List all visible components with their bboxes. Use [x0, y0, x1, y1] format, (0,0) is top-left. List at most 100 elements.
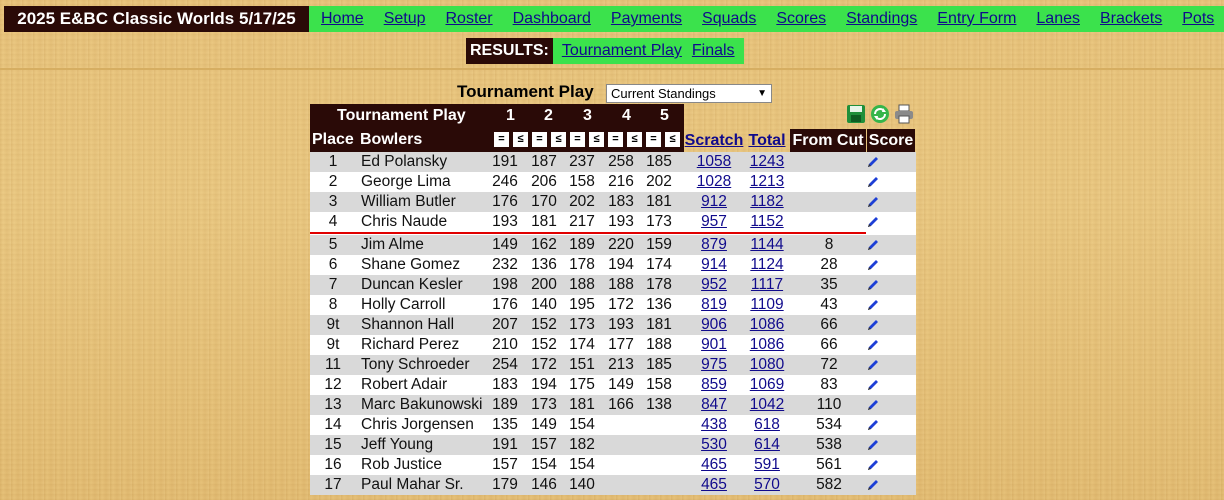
- table-row: 4 Chris Naude 193 181 217 193 173 957 1152: [310, 212, 916, 232]
- refresh-icon[interactable]: [870, 104, 890, 124]
- nav-dashboard[interactable]: Dashboard: [513, 10, 591, 28]
- scratch-link[interactable]: 906: [694, 316, 734, 334]
- total-link[interactable]: 570: [747, 476, 787, 494]
- game-5-score: 136: [646, 296, 672, 313]
- total-link[interactable]: 1144: [747, 236, 787, 254]
- sort-eq-button[interactable]: =: [646, 132, 661, 147]
- nav-roster[interactable]: Roster: [446, 10, 493, 28]
- place-header: Place: [312, 131, 354, 148]
- game-1-score: 193: [492, 213, 518, 230]
- table-row: 17 Paul Mahar Sr. 179 146 140 465 570 582: [310, 475, 916, 495]
- nav-payments[interactable]: Payments: [611, 10, 682, 28]
- from-cut-value: 72: [820, 356, 838, 373]
- total-link[interactable]: 1182: [747, 193, 787, 211]
- nav-standings[interactable]: Standings: [846, 10, 917, 28]
- results-tournament-play-link[interactable]: Tournament Play: [562, 42, 682, 60]
- sort-eq-button[interactable]: =: [608, 132, 623, 147]
- nav-setup[interactable]: Setup: [384, 10, 426, 28]
- edit-score-icon[interactable]: [866, 418, 880, 432]
- nav-home[interactable]: Home: [321, 10, 364, 28]
- bowler-name: Shannon Hall: [361, 316, 455, 333]
- total-link[interactable]: 1243: [747, 153, 787, 171]
- scratch-link[interactable]: 465: [694, 456, 734, 474]
- results-finals-link[interactable]: Finals: [692, 42, 735, 60]
- edit-score-icon[interactable]: [866, 378, 880, 392]
- scratch-link[interactable]: 914: [694, 256, 734, 274]
- edit-score-icon[interactable]: [866, 258, 880, 272]
- scratch-link[interactable]: 912: [694, 193, 734, 211]
- print-icon[interactable]: [894, 104, 914, 124]
- scratch-link[interactable]: 847: [694, 396, 734, 414]
- total-link[interactable]: 1080: [747, 356, 787, 374]
- game-3-score: 175: [569, 376, 595, 393]
- nav-pots[interactable]: Pots: [1182, 10, 1214, 28]
- sort-le-button[interactable]: ≤: [551, 132, 566, 147]
- scratch-link[interactable]: 1058: [694, 153, 734, 171]
- sort-eq-button[interactable]: =: [532, 132, 547, 147]
- total-link[interactable]: 614: [747, 436, 787, 454]
- nav-scores[interactable]: Scores: [776, 10, 826, 28]
- total-sort-link[interactable]: Total: [747, 129, 787, 152]
- edit-score-icon[interactable]: [866, 278, 880, 292]
- total-link[interactable]: 1213: [747, 173, 787, 191]
- scratch-link[interactable]: 952: [694, 276, 734, 294]
- scratch-sort-link[interactable]: Scratch: [684, 129, 744, 152]
- total-link[interactable]: 1042: [747, 396, 787, 414]
- total-link[interactable]: 591: [747, 456, 787, 474]
- scratch-link[interactable]: 1028: [694, 173, 734, 191]
- total-link[interactable]: 1124: [747, 256, 787, 274]
- game-4-score: 216: [608, 173, 634, 190]
- bowler-name: Duncan Kesler: [361, 276, 463, 293]
- sort-le-button[interactable]: ≤: [589, 132, 604, 147]
- game-4-score: 149: [608, 376, 634, 393]
- standings-view-select[interactable]: Current Standings ▼: [606, 84, 772, 103]
- edit-score-icon[interactable]: [866, 338, 880, 352]
- sort-le-button[interactable]: ≤: [513, 132, 528, 147]
- sort-le-button[interactable]: ≤: [665, 132, 680, 147]
- edit-score-icon[interactable]: [866, 458, 880, 472]
- scratch-link[interactable]: 957: [694, 213, 734, 231]
- total-link[interactable]: 1086: [747, 316, 787, 334]
- edit-score-icon[interactable]: [866, 358, 880, 372]
- nav-lanes[interactable]: Lanes: [1036, 10, 1080, 28]
- scratch-link[interactable]: 859: [694, 376, 734, 394]
- nav-brackets[interactable]: Brackets: [1100, 10, 1162, 28]
- game-3-score: 182: [569, 436, 595, 453]
- nav-entry-form[interactable]: Entry Form: [937, 10, 1016, 28]
- nav-squads[interactable]: Squads: [702, 10, 756, 28]
- sort-eq-button[interactable]: =: [494, 132, 509, 147]
- game-2-score: 146: [531, 476, 557, 493]
- scratch-link[interactable]: 819: [694, 296, 734, 314]
- sort-le-button[interactable]: ≤: [627, 132, 642, 147]
- edit-score-icon[interactable]: [866, 398, 880, 412]
- total-link[interactable]: 1109: [747, 296, 787, 314]
- scratch-link[interactable]: 530: [694, 436, 734, 454]
- from-cut-value: 534: [816, 416, 842, 433]
- sort-eq-button[interactable]: =: [570, 132, 585, 147]
- game-3-score: 217: [569, 213, 595, 230]
- edit-score-icon[interactable]: [866, 238, 880, 252]
- total-link[interactable]: 1152: [747, 213, 787, 231]
- edit-score-icon[interactable]: [866, 175, 880, 189]
- scratch-link[interactable]: 438: [694, 416, 734, 434]
- edit-score-icon[interactable]: [866, 298, 880, 312]
- scratch-link[interactable]: 901: [694, 336, 734, 354]
- edit-score-icon[interactable]: [866, 438, 880, 452]
- edit-score-icon[interactable]: [866, 478, 880, 492]
- total-link[interactable]: 1069: [747, 376, 787, 394]
- edit-score-icon[interactable]: [866, 215, 880, 229]
- game-2-score: 172: [531, 356, 557, 373]
- scratch-link[interactable]: 465: [694, 476, 734, 494]
- game-2-score: 162: [531, 236, 557, 253]
- total-link[interactable]: 618: [747, 416, 787, 434]
- game-5-score: 181: [646, 193, 672, 210]
- total-link[interactable]: 1117: [747, 276, 787, 294]
- edit-score-icon[interactable]: [866, 155, 880, 169]
- total-link[interactable]: 1086: [747, 336, 787, 354]
- scratch-link[interactable]: 879: [694, 236, 734, 254]
- edit-score-icon[interactable]: [866, 195, 880, 209]
- edit-score-icon[interactable]: [866, 318, 880, 332]
- save-icon[interactable]: [846, 104, 866, 124]
- scratch-link[interactable]: 975: [694, 356, 734, 374]
- game-2-score: 173: [531, 396, 557, 413]
